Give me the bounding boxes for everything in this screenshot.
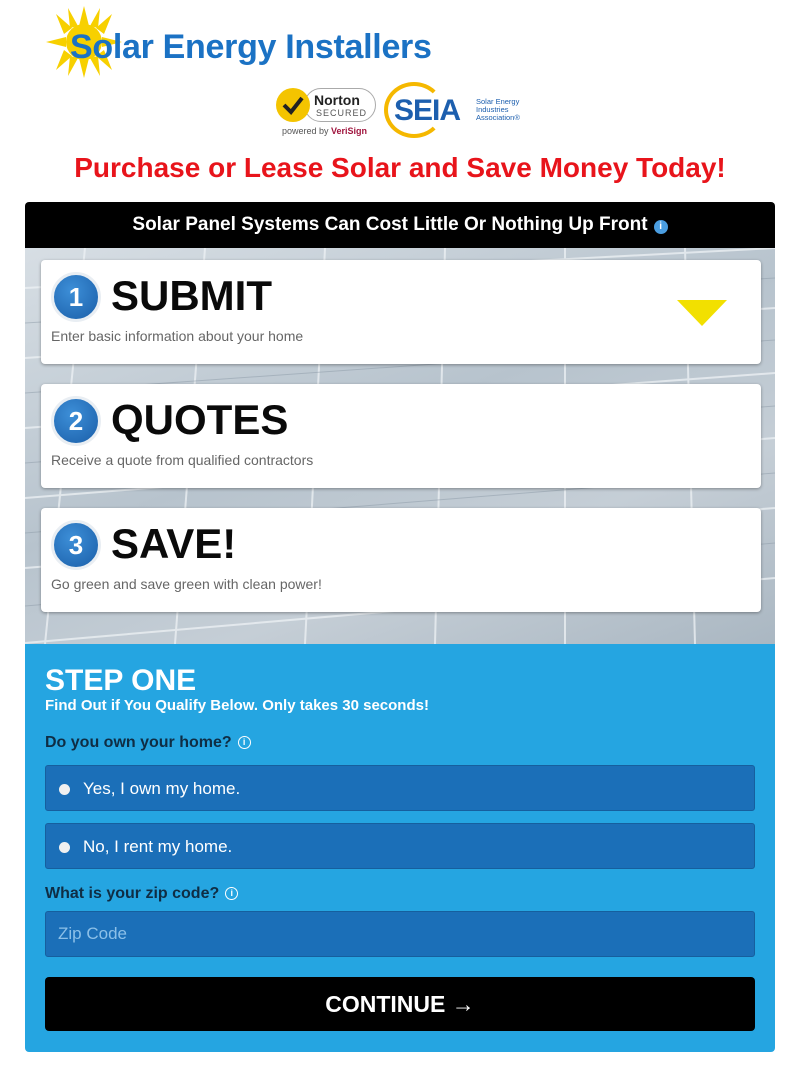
zip-question-label: What is your zip code? [45,885,220,902]
cost-banner-text: Solar Panel Systems Can Cost Little Or N… [132,214,648,235]
step-description: Go green and save green with clean power… [51,576,322,592]
zip-question: What is your zip code? i [45,885,239,903]
option-label: Yes, I own my home. [83,779,241,798]
seia-sub: Solar Energy Industries Association® [476,97,520,122]
norton-powered-brand: VeriSign [331,126,368,136]
info-icon[interactable]: i [237,736,251,749]
form-heading: STEP ONE [45,664,197,697]
step-description: Receive a quote from qualified contracto… [51,452,314,468]
trust-badges: Norton SECURED powered by VeriSign SEIA … [274,82,530,140]
page-headline: Purchase or Lease Solar and Save Money T… [74,152,726,183]
norton-powered-by: powered by VeriSign [282,126,367,136]
step-card-submit: 1 SUBMIT Enter basic information about y… [41,260,761,364]
norton-powered-prefix: powered by [282,126,332,136]
own-home-option-no[interactable]: No, I rent my home. [45,823,755,869]
norton-badge: Norton SECURED powered by VeriSign [274,82,378,138]
site-logo[interactable]: Solar Energy Installers [44,6,432,78]
step-card-quotes: 2 QUOTES Receive a quote from qualified … [41,384,761,488]
form-subheading: Find Out if You Qualify Below. Only take… [45,697,429,714]
brand-name: Solar Energy Installers [70,28,432,66]
arrow-down-icon [677,300,727,326]
option-label: No, I rent my home. [83,837,233,856]
step-title: QUOTES [111,396,289,443]
steps-panel: 1 SUBMIT Enter basic information about y… [25,248,775,644]
info-icon[interactable]: i [225,887,239,900]
seia-badge: SEIA Solar Energy Industries Association… [384,82,530,138]
radio-icon[interactable] [59,784,70,795]
step-title: SAVE! [111,520,237,567]
radio-icon[interactable] [59,842,70,853]
info-icon[interactable]: i [653,220,668,234]
own-home-question-label: Do you own your home? [45,734,232,751]
own-home-option-yes[interactable]: Yes, I own my home. [45,765,755,811]
step-number: 3 [51,520,101,570]
norton-secured: SECURED [316,108,368,118]
seia-word: SEIA [394,94,461,127]
own-home-question: Do you own your home? i [45,734,251,752]
qualify-form: STEP ONE Find Out if You Qualify Below. … [25,644,775,1052]
step-title: SUBMIT [111,272,272,319]
step-description: Enter basic information about your home [51,328,304,344]
continue-button[interactable]: CONTINUE → [45,977,755,1031]
step-number: 2 [51,396,101,446]
norton-check-icon [276,88,310,122]
step-card-save: 3 SAVE! Go green and save green with cle… [41,508,761,612]
step-number: 1 [51,272,101,322]
norton-name: Norton [314,92,360,108]
zip-code-input[interactable] [45,911,755,957]
cost-banner: Solar Panel Systems Can Cost Little Or N… [25,202,775,248]
